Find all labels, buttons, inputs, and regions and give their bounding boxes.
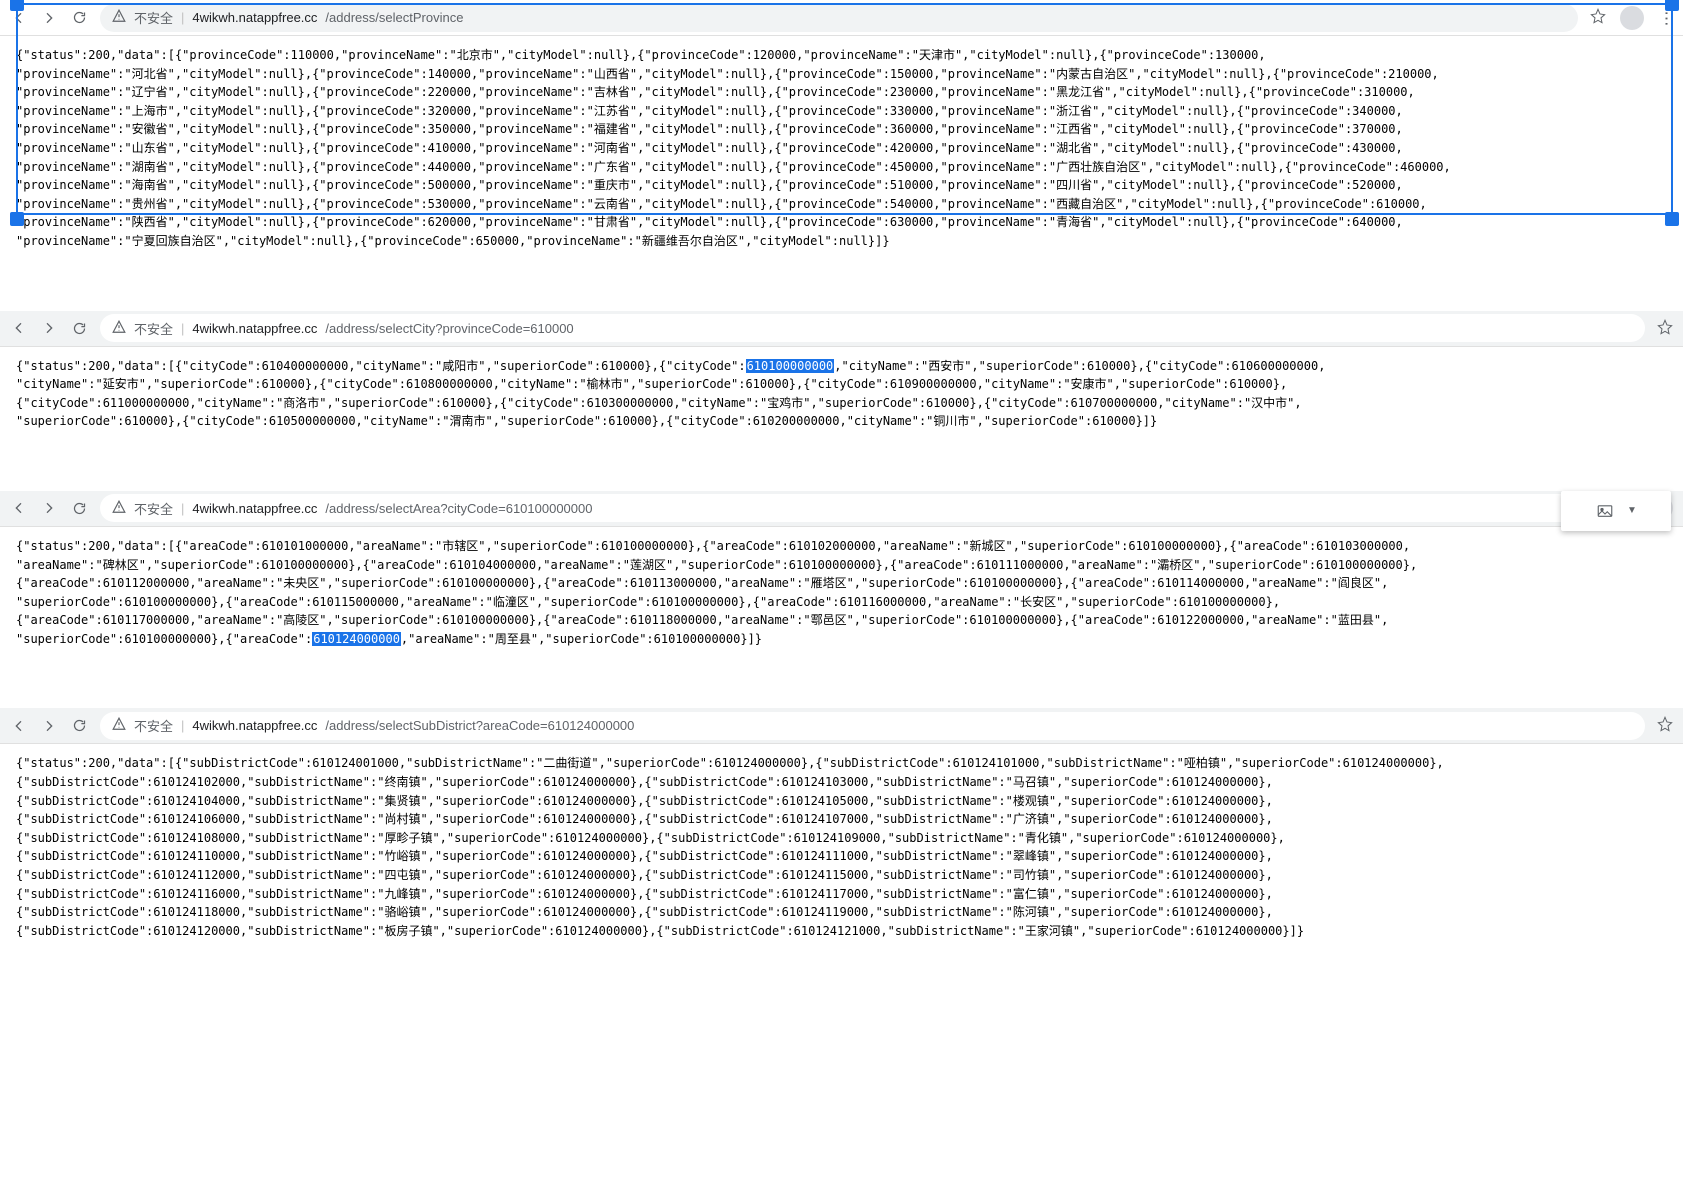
forward-button[interactable] [40, 319, 58, 337]
forward-button[interactable] [40, 717, 58, 735]
forward-button[interactable] [40, 9, 58, 27]
menu-button[interactable]: ⋯ [1658, 10, 1673, 26]
image-icon [1595, 502, 1615, 520]
browser-pane-4: 不安全 | 4wikwh.natappfree.cc/address/selec… [0, 708, 1683, 1000]
browser-pane-1: 不安全 | 4wikwh.natappfree.cc/address/selec… [0, 0, 1683, 311]
address-host: 4wikwh.natappfree.cc [192, 321, 317, 336]
back-button[interactable] [10, 499, 28, 517]
back-button[interactable] [10, 717, 28, 735]
address-bar[interactable]: 不安全 | 4wikwh.natappfree.cc/address/selec… [100, 712, 1645, 740]
toolbar: 不安全 | 4wikwh.natappfree.cc/address/selec… [0, 0, 1683, 36]
selection-handle-tl[interactable] [10, 0, 24, 11]
highlighted-value: 610124000000 [312, 632, 401, 646]
insecure-label: 不安全 [134, 319, 173, 338]
address-host: 4wikwh.natappfree.cc [192, 718, 317, 733]
insecure-icon [112, 717, 126, 734]
insecure-icon [112, 9, 126, 26]
address-bar[interactable]: 不安全 | 4wikwh.natappfree.cc/address/selec… [100, 4, 1578, 32]
reload-button[interactable] [70, 319, 88, 337]
address-host: 4wikwh.natappfree.cc [192, 501, 317, 516]
reload-button[interactable] [70, 717, 88, 735]
reload-button[interactable] [70, 9, 88, 27]
bookmark-button[interactable] [1657, 716, 1673, 735]
insecure-label: 不安全 [134, 716, 173, 735]
toolbar: 不安全 | 4wikwh.natappfree.cc/address/selec… [0, 491, 1683, 527]
address-path: /address/selectSubDistrict?areaCode=6101… [325, 718, 634, 733]
back-button[interactable] [10, 9, 28, 27]
address-path: /address/selectProvince [325, 10, 463, 25]
reload-button[interactable] [70, 499, 88, 517]
address-path: /address/selectCity?provinceCode=610000 [325, 321, 573, 336]
insecure-icon [112, 500, 126, 517]
selection-handle-br[interactable] [1665, 212, 1679, 226]
insecure-icon [112, 320, 126, 337]
bookmark-button[interactable] [1657, 319, 1673, 338]
dropdown-icon: ▼ [1627, 505, 1637, 516]
address-bar[interactable]: 不安全 | 4wikwh.natappfree.cc/address/selec… [100, 314, 1645, 342]
insecure-label: 不安全 [134, 8, 173, 27]
highlighted-value: 610100000000 [746, 359, 835, 373]
selection-handle-tr[interactable] [1665, 0, 1679, 11]
address-bar[interactable]: 不安全 | 4wikwh.natappfree.cc/address/selec… [100, 494, 1607, 522]
address-path: /address/selectArea?cityCode=61010000000… [325, 501, 592, 516]
response-body[interactable]: {"status":200,"data":[{"areaCode":610101… [0, 527, 1683, 709]
browser-pane-2: 不安全 | 4wikwh.natappfree.cc/address/selec… [0, 311, 1683, 491]
screenshot-widget[interactable]: ▼ [1561, 491, 1671, 531]
back-button[interactable] [10, 319, 28, 337]
forward-button[interactable] [40, 499, 58, 517]
insecure-label: 不安全 [134, 499, 173, 518]
browser-pane-3: 不安全 | 4wikwh.natappfree.cc/address/selec… [0, 491, 1683, 709]
toolbar: 不安全 | 4wikwh.natappfree.cc/address/selec… [0, 311, 1683, 347]
response-body[interactable]: {"status":200,"data":[{"cityCode":610400… [0, 347, 1683, 491]
profile-button[interactable] [1620, 6, 1644, 30]
selection-handle-bl[interactable] [10, 212, 24, 226]
bookmark-button[interactable] [1590, 8, 1606, 27]
address-host: 4wikwh.natappfree.cc [192, 10, 317, 25]
response-body[interactable]: {"status":200,"data":[{"provinceCode":11… [0, 36, 1683, 311]
toolbar: 不安全 | 4wikwh.natappfree.cc/address/selec… [0, 708, 1683, 744]
response-body[interactable]: {"status":200,"data":[{"subDistrictCode"… [0, 744, 1683, 1000]
